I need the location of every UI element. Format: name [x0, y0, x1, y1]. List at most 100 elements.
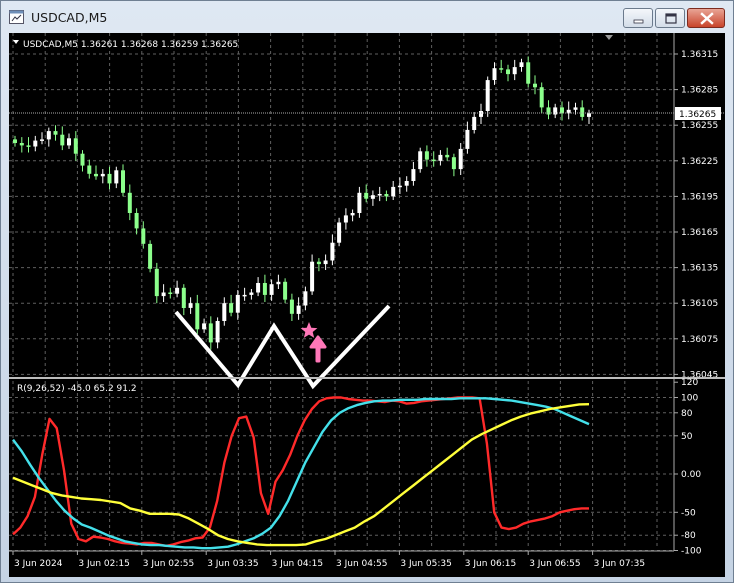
candle-body [384, 194, 389, 197]
candle-body [107, 173, 112, 184]
candle-body [188, 303, 193, 308]
candle-body [512, 67, 517, 75]
price-tick-label: 1.36075 [681, 335, 718, 345]
candle-body [13, 139, 17, 143]
candle-body [80, 153, 85, 166]
candle-body [445, 154, 450, 158]
price-tick-label: 1.36195 [681, 192, 718, 202]
indicator-tick-label: 50 [681, 432, 693, 442]
candle-body [229, 303, 234, 313]
chart-window-icon [9, 10, 24, 24]
candle-body [404, 181, 409, 186]
price-tick-label: 1.36135 [681, 264, 718, 274]
candle-body [533, 83, 537, 88]
time-tick-label: 3 Jun 04:15 [272, 559, 323, 569]
candle-body [148, 243, 153, 269]
candle-body [499, 68, 504, 70]
candle-body [458, 148, 463, 170]
candle-body [40, 139, 44, 141]
close-button[interactable] [687, 8, 725, 28]
candle-body [424, 151, 429, 160]
time-tick-label: 3 Jun 02:15 [78, 559, 129, 569]
candle-body [330, 242, 335, 261]
candle-body [33, 140, 38, 147]
title-bar[interactable]: USDCAD,M5 [1, 1, 734, 33]
candle-body [397, 185, 402, 188]
candle-body [67, 138, 71, 146]
candle-body [418, 151, 423, 170]
candle-body [560, 107, 564, 114]
candle-body [202, 323, 207, 330]
time-tick-label: 3 Jun 06:15 [465, 559, 516, 569]
candle-body [296, 305, 301, 314]
indicator-tick-label: 120 [681, 378, 698, 388]
candle-body [350, 213, 355, 216]
window-title: USDCAD,M5 [31, 10, 108, 25]
price-tick-label: 1.36225 [681, 157, 718, 167]
indicator-lines [12, 396, 590, 550]
candle-body [127, 192, 132, 213]
candle-body [235, 294, 240, 313]
time-tick-label: 3 Jun 04:55 [336, 559, 387, 569]
candle-body [195, 303, 200, 330]
candle-body [587, 113, 591, 117]
price-panel-header: USDCAD,M5 1.36261 1.36268 1.36259 1.3626… [23, 40, 238, 50]
candle-body [391, 186, 396, 197]
time-tick-label: 3 Jun 2024 [14, 559, 63, 569]
cyan-indicator-line [12, 397, 590, 550]
candle-body [472, 116, 477, 130]
candle-body [573, 107, 578, 110]
time-tick-label: 3 Jun 03:35 [207, 559, 258, 569]
candle-body [100, 173, 105, 177]
indicator-tick-label: 80 [681, 409, 693, 419]
candle-body [19, 143, 24, 146]
candle-body [364, 192, 369, 199]
candle-body [60, 134, 65, 146]
chart-svg[interactable]: USDCAD,M5 1.36261 1.36268 1.36259 1.3626… [9, 33, 725, 577]
chart-area[interactable]: USDCAD,M5 1.36261 1.36268 1.36259 1.3626… [9, 33, 725, 577]
restore-button[interactable] [655, 8, 685, 28]
time-axis: 3 Jun 2024 3 Jun 02:15 3 Jun 02:55 3 Jun 03… [12, 551, 645, 569]
candle-body [283, 281, 288, 300]
close-icon [700, 12, 714, 25]
grid [9, 33, 674, 549]
time-tick-label: 3 Jun 07:35 [594, 559, 645, 569]
candle-body [94, 173, 98, 177]
candle-body [87, 165, 92, 174]
candle-body [580, 107, 585, 117]
candle-body [316, 261, 321, 265]
candle-body [370, 195, 375, 199]
candle-body [215, 321, 220, 343]
candle-body [141, 228, 146, 244]
candle-body [121, 170, 125, 193]
candle-body [262, 283, 267, 295]
current-price-label: 1.36265 [679, 110, 716, 120]
candle-body [181, 287, 186, 308]
candle-body [438, 154, 443, 161]
candle-body [208, 323, 213, 343]
price-tick-label: 1.36285 [681, 86, 718, 96]
candle-body [175, 287, 180, 294]
candle-body [26, 145, 31, 147]
candle-body [539, 87, 544, 108]
dropdown-icon[interactable] [13, 40, 19, 44]
indicator-tick-label: -50 [681, 508, 696, 518]
candle-body [506, 69, 510, 75]
scroll-shift-marker[interactable] [605, 35, 613, 40]
candle-body [242, 294, 247, 297]
candle-body [411, 169, 416, 181]
candle-body [73, 138, 78, 154]
price-axis: 1.36315 1.36285 1.36255 1.36225 1.36195 1.361… [674, 50, 718, 380]
candles [13, 56, 591, 350]
price-tick-label: 1.36165 [681, 228, 718, 238]
minimize-button[interactable] [623, 8, 653, 28]
candle-body [289, 299, 294, 314]
price-tick-label: 1.36255 [681, 121, 718, 131]
candle-body [465, 129, 470, 149]
candle-body [249, 292, 254, 295]
candle-body [323, 260, 328, 265]
minimize-icon [633, 19, 644, 24]
candle-body [269, 284, 274, 295]
indicator-tick-label: -80 [681, 531, 696, 541]
candle-body [431, 159, 436, 162]
